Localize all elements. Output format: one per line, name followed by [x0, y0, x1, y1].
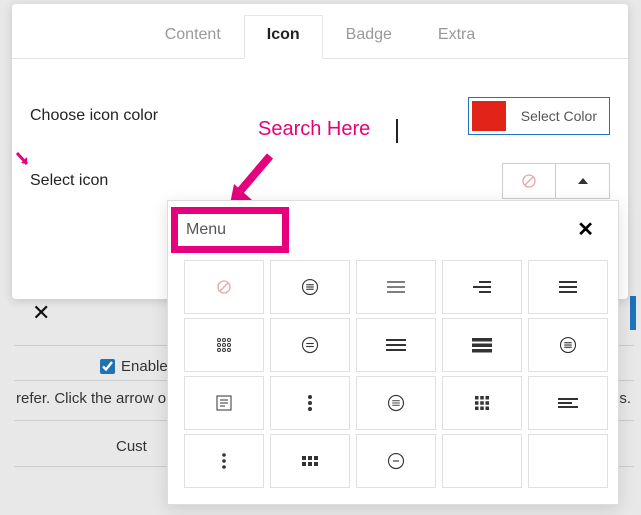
- icon-dots-grid-3x3[interactable]: [184, 318, 264, 372]
- annotation-search-here: Search Here: [258, 118, 370, 141]
- icon-dots-vertical[interactable]: [270, 376, 350, 430]
- text-cursor: [396, 119, 398, 143]
- picker-header: ✕: [184, 213, 602, 246]
- icon-circle-dash[interactable]: [356, 434, 436, 488]
- icon-lines-unequal[interactable]: [528, 376, 608, 430]
- caret-up-icon[interactable]: [556, 163, 610, 199]
- enable-row: Enable: [100, 358, 168, 375]
- icon-circle-lines-alt2[interactable]: [356, 376, 436, 430]
- enable-checkbox[interactable]: [100, 359, 115, 374]
- close-icon[interactable]: ✕: [32, 300, 50, 326]
- icon-hamburger-bold[interactable]: [442, 318, 522, 372]
- icon-none[interactable]: [184, 260, 264, 314]
- icon-search-input[interactable]: [184, 215, 384, 245]
- icon-circle-lines-2[interactable]: [270, 318, 350, 372]
- icon-picker-popup: ✕: [167, 200, 619, 505]
- icon-circle-lines-alt[interactable]: [528, 318, 608, 372]
- icon-dots-vertical-alt[interactable]: [184, 434, 264, 488]
- select-color-button[interactable]: Select Color: [509, 98, 609, 134]
- tab-bar: Content Icon Badge Extra: [12, 4, 628, 59]
- icon-empty-2[interactable]: [528, 434, 608, 488]
- color-swatch: [472, 101, 506, 131]
- bg-text-refer: refer. Click the arrow o: [16, 390, 166, 407]
- tab-badge[interactable]: Badge: [323, 15, 415, 59]
- icon-dots-grid-2x3[interactable]: [270, 434, 350, 488]
- bg-text-cust: Cust: [116, 438, 147, 455]
- tab-content[interactable]: Content: [142, 15, 244, 59]
- row-select-icon: Select icon: [30, 163, 610, 199]
- label-choose-icon-color: Choose icon color: [30, 107, 230, 125]
- accent-strip: [630, 296, 636, 330]
- picker-close-button[interactable]: ✕: [569, 213, 602, 246]
- annotation-arrow-small: [14, 150, 34, 170]
- tab-extra[interactable]: Extra: [415, 15, 498, 59]
- icon-hamburger-thin[interactable]: [356, 260, 436, 314]
- none-icon: [502, 163, 556, 199]
- icon-circle-lines[interactable]: [270, 260, 350, 314]
- icon-dropdown[interactable]: [502, 163, 610, 199]
- color-picker[interactable]: Select Color: [468, 97, 610, 135]
- icon-right-heavy[interactable]: [442, 260, 522, 314]
- tab-icon[interactable]: Icon: [244, 15, 323, 59]
- icon-hamburger-medium[interactable]: [356, 318, 436, 372]
- icon-grid: [184, 260, 602, 488]
- enable-label: Enable: [121, 358, 168, 375]
- icon-empty-1[interactable]: [442, 434, 522, 488]
- label-select-icon: Select icon: [30, 172, 230, 190]
- icon-hamburger[interactable]: [528, 260, 608, 314]
- icon-dots-grid-3x3-solid[interactable]: [442, 376, 522, 430]
- icon-list-short[interactable]: [184, 376, 264, 430]
